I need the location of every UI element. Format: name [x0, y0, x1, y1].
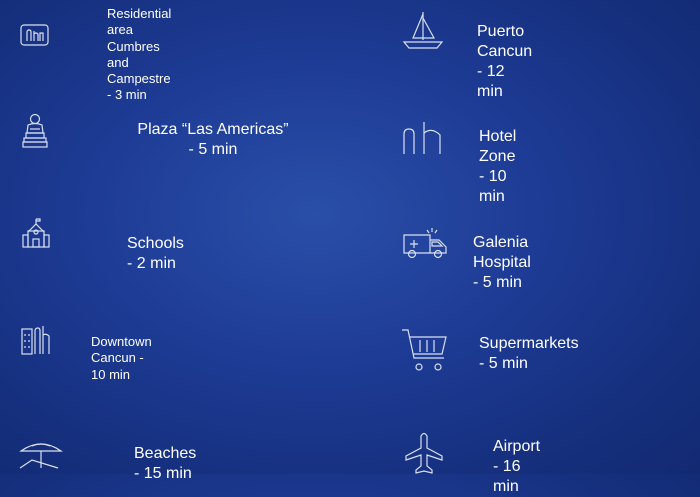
school-icon	[22, 218, 50, 248]
ambulance-icon	[402, 227, 448, 259]
galenia-hospital-label: Galenia Hospital - 5 min	[473, 234, 531, 291]
plaza-label-line2: - 5 min	[188, 141, 238, 158]
residential-buildings-icon	[20, 22, 50, 48]
beaches-label: Beaches - 15 min	[134, 445, 197, 482]
sailboat-icon	[401, 10, 445, 50]
hotel-zone-label: Hotel Zone - 10 min	[479, 128, 517, 205]
beach-umbrella-icon	[18, 440, 64, 474]
plaza-statue-icon	[22, 113, 48, 149]
airplane-icon	[404, 432, 444, 474]
downtown-label: Downtown Cancun - 10 min	[91, 334, 152, 382]
downtown-buildings-icon	[21, 323, 51, 355]
plaza-label-line1: Plaza “Las Americas”	[137, 121, 289, 138]
amenities-panel: { "accent_color": "#1e3c96", "left_colum…	[0, 0, 700, 495]
supermarkets-label: Supermarkets - 5 min	[479, 335, 579, 372]
shopping-cart-icon	[400, 326, 448, 374]
puerto-cancun-label: Puerto Cancun - 12 min	[477, 23, 533, 100]
residential-label-line2: and Campestre - 3 min	[107, 54, 171, 103]
hotel-zone-icon	[402, 119, 446, 155]
residential-label-line1: Residential area Cumbres	[107, 6, 172, 54]
airport-label: Airport - 16 min	[493, 438, 541, 495]
schools-label: Schools - 2 min	[127, 235, 184, 272]
